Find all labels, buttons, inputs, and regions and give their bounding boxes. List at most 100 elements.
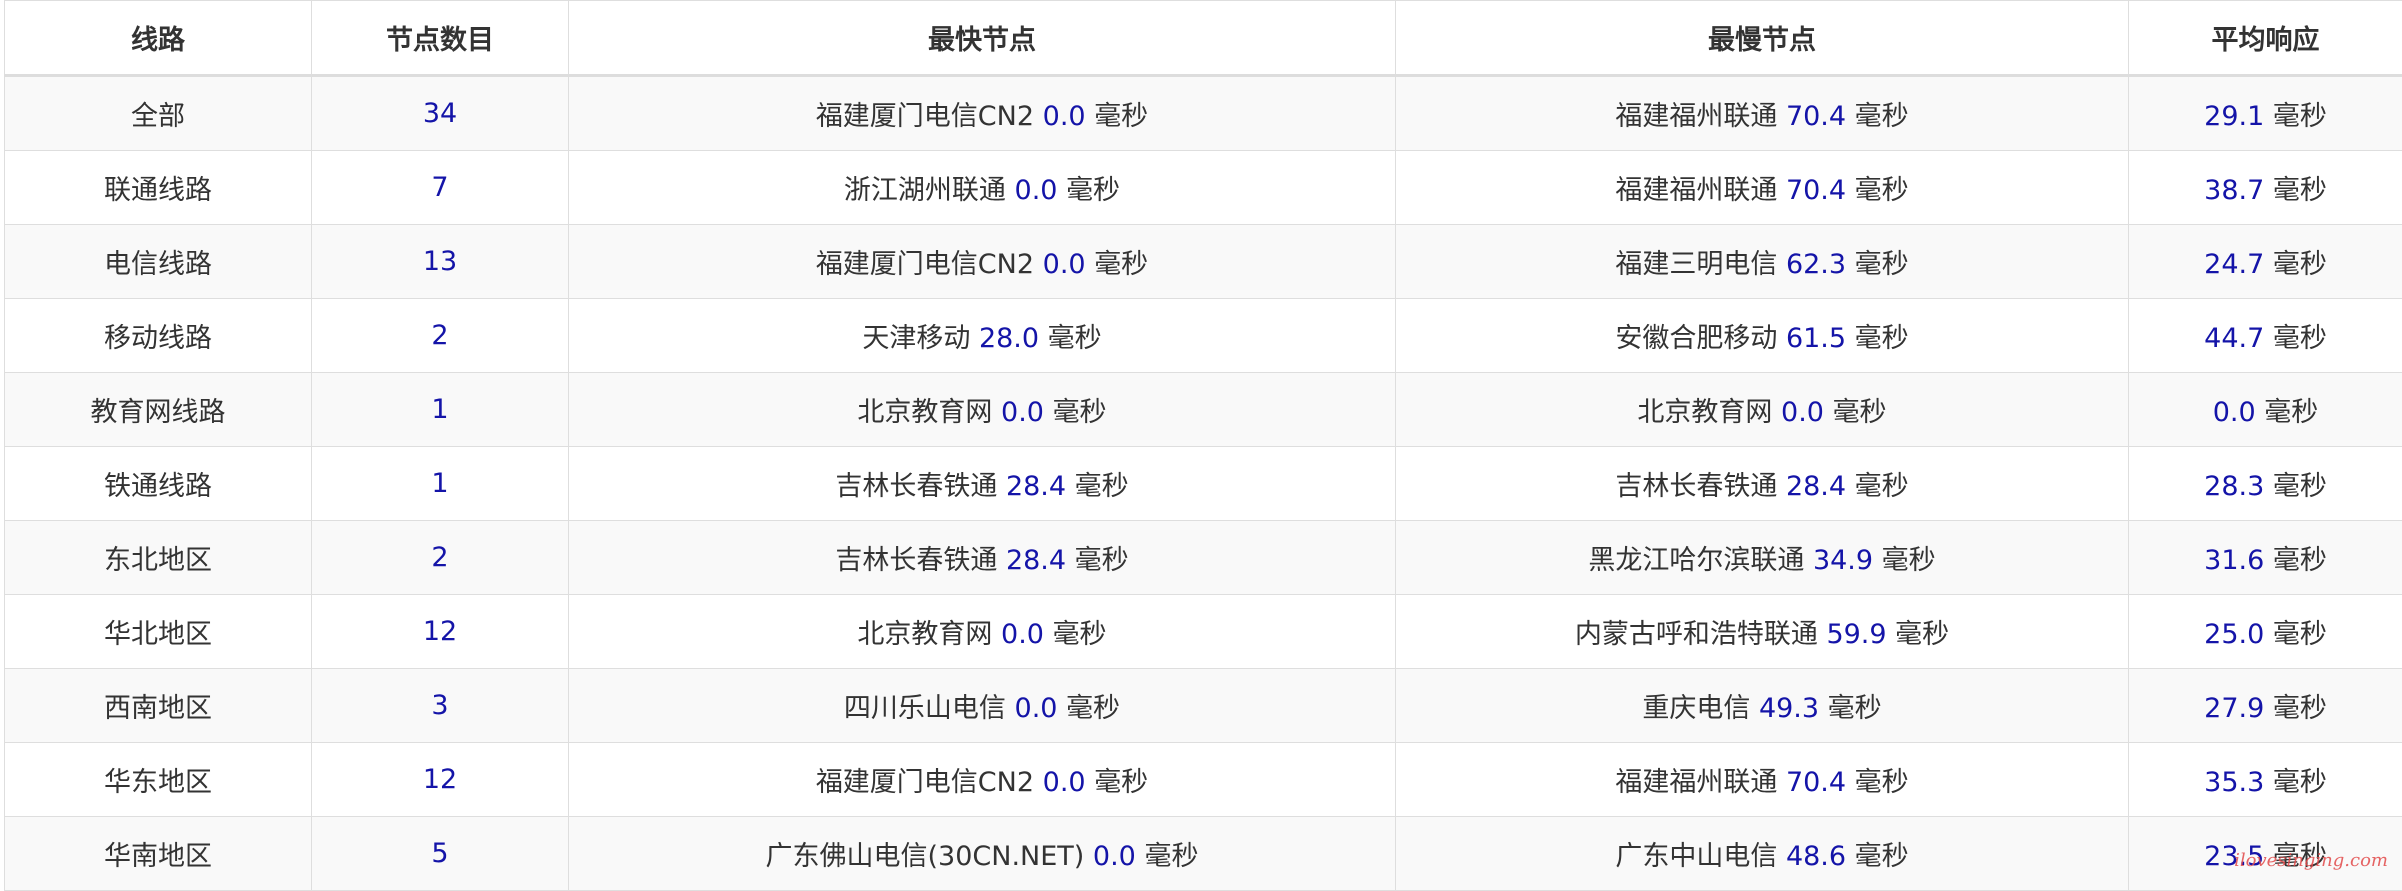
average-latency: 35.3 — [2204, 767, 2264, 798]
fastest-node-latency: 0.0 — [1001, 397, 1044, 428]
table-row: 华东地区12福建厦门电信CN2 0.0 毫秒福建福州联通 70.4 毫秒35.3… — [5, 743, 2402, 817]
fastest-node-unit: 毫秒 — [1094, 101, 1148, 132]
route-label: 教育网线路 — [91, 397, 226, 428]
fastest-node-unit: 毫秒 — [1053, 619, 1107, 650]
node-count-value: 1 — [431, 468, 448, 499]
average-unit: 毫秒 — [2273, 767, 2327, 798]
fastest-node-latency: 0.0 — [1015, 175, 1058, 206]
average-latency: 28.3 — [2204, 471, 2264, 502]
table-row: 东北地区2吉林长春铁通 28.4 毫秒黑龙江哈尔滨联通 34.9 毫秒31.6 … — [5, 521, 2402, 595]
slowest-node-unit: 毫秒 — [1855, 101, 1909, 132]
slowest-node-name: 内蒙古呼和浩特联通 — [1575, 619, 1818, 650]
cell-slowest-node: 福建福州联通 70.4 毫秒 — [1396, 743, 2129, 817]
cell-node-count: 1 — [312, 373, 569, 447]
cell-route: 华南地区 — [5, 817, 312, 891]
fastest-node-unit: 毫秒 — [1075, 471, 1129, 502]
slowest-node-latency: 0.0 — [1781, 397, 1824, 428]
cell-node-count: 1 — [312, 447, 569, 521]
fastest-node-name: 广东佛山电信(30CN.NET) — [766, 841, 1085, 872]
fastest-node-name: 四川乐山电信 — [844, 693, 1006, 724]
slowest-node-latency: 49.3 — [1759, 693, 1819, 724]
cell-slowest-node: 黑龙江哈尔滨联通 34.9 毫秒 — [1396, 521, 2129, 595]
cell-fastest-node: 福建厦门电信CN2 0.0 毫秒 — [569, 225, 1396, 299]
cell-slowest-node: 安徽合肥移动 61.5 毫秒 — [1396, 299, 2129, 373]
slowest-node-unit: 毫秒 — [1855, 471, 1909, 502]
slowest-node-unit: 毫秒 — [1855, 841, 1909, 872]
cell-average-response: 31.6 毫秒 — [2129, 521, 2402, 595]
average-unit: 毫秒 — [2273, 619, 2327, 650]
cell-route: 联通线路 — [5, 151, 312, 225]
fastest-node-unit: 毫秒 — [1094, 767, 1148, 798]
cell-fastest-node: 福建厦门电信CN2 0.0 毫秒 — [569, 76, 1396, 151]
table-row: 电信线路13福建厦门电信CN2 0.0 毫秒福建三明电信 62.3 毫秒24.7… — [5, 225, 2402, 299]
average-unit: 毫秒 — [2273, 471, 2327, 502]
average-unit: 毫秒 — [2273, 545, 2327, 576]
header-fastest-node: 最快节点 — [569, 1, 1396, 76]
fastest-node-latency: 28.4 — [1006, 471, 1066, 502]
watermark: ilovesinging.com — [2234, 850, 2388, 871]
average-unit: 毫秒 — [2273, 323, 2327, 354]
slowest-node-name: 福建福州联通 — [1615, 175, 1777, 206]
fastest-node-name: 北京教育网 — [857, 619, 992, 650]
cell-node-count: 12 — [312, 743, 569, 817]
table-row: 华南地区5广东佛山电信(30CN.NET) 0.0 毫秒广东中山电信 48.6 … — [5, 817, 2402, 891]
slowest-node-name: 重庆电信 — [1642, 693, 1750, 724]
node-count-value: 3 — [431, 690, 448, 721]
cell-slowest-node: 内蒙古呼和浩特联通 59.9 毫秒 — [1396, 595, 2129, 669]
slowest-node-latency: 61.5 — [1786, 323, 1846, 354]
speed-table-container: 线路 节点数目 最快节点 最慢节点 平均响应 全部34福建厦门电信CN2 0.0… — [4, 0, 2402, 891]
route-label: 联通线路 — [104, 175, 212, 206]
cell-route: 东北地区 — [5, 521, 312, 595]
cell-fastest-node: 吉林长春铁通 28.4 毫秒 — [569, 447, 1396, 521]
fastest-node-unit: 毫秒 — [1066, 693, 1120, 724]
fastest-node-name: 福建厦门电信CN2 — [816, 249, 1034, 280]
slowest-node-unit: 毫秒 — [1828, 693, 1882, 724]
cell-average-response: 35.3 毫秒 — [2129, 743, 2402, 817]
header-node-count: 节点数目 — [312, 1, 569, 76]
average-latency: 25.0 — [2204, 619, 2264, 650]
slowest-node-unit: 毫秒 — [1833, 397, 1887, 428]
fastest-node-unit: 毫秒 — [1094, 249, 1148, 280]
table-row: 移动线路2天津移动 28.0 毫秒安徽合肥移动 61.5 毫秒44.7 毫秒 — [5, 299, 2402, 373]
slowest-node-name: 福建福州联通 — [1615, 101, 1777, 132]
fastest-node-unit: 毫秒 — [1075, 545, 1129, 576]
fastest-node-latency: 28.0 — [979, 323, 1039, 354]
cell-node-count: 2 — [312, 521, 569, 595]
cell-slowest-node: 广东中山电信 48.6 毫秒 — [1396, 817, 2129, 891]
route-label: 华东地区 — [104, 767, 212, 798]
route-label: 华南地区 — [104, 841, 212, 872]
slowest-node-name: 福建福州联通 — [1615, 767, 1777, 798]
cell-node-count: 13 — [312, 225, 569, 299]
cell-fastest-node: 北京教育网 0.0 毫秒 — [569, 595, 1396, 669]
node-count-value: 2 — [431, 320, 448, 351]
cell-route: 电信线路 — [5, 225, 312, 299]
cell-node-count: 34 — [312, 76, 569, 151]
node-count-value: 1 — [431, 394, 448, 425]
cell-route: 移动线路 — [5, 299, 312, 373]
cell-average-response: 28.3 毫秒 — [2129, 447, 2402, 521]
node-count-value: 7 — [431, 172, 448, 203]
node-count-value: 12 — [423, 616, 457, 647]
fastest-node-name: 福建厦门电信CN2 — [816, 767, 1034, 798]
cell-average-response: 27.9 毫秒 — [2129, 669, 2402, 743]
route-label: 移动线路 — [104, 323, 212, 354]
fastest-node-name: 福建厦门电信CN2 — [816, 101, 1034, 132]
fastest-node-latency: 0.0 — [1001, 619, 1044, 650]
fastest-node-unit: 毫秒 — [1066, 175, 1120, 206]
cell-average-response: 0.0 毫秒 — [2129, 373, 2402, 447]
cell-route: 教育网线路 — [5, 373, 312, 447]
slowest-node-name: 广东中山电信 — [1615, 841, 1777, 872]
node-count-value: 2 — [431, 542, 448, 573]
fastest-node-latency: 0.0 — [1043, 767, 1086, 798]
average-latency: 31.6 — [2204, 545, 2264, 576]
average-unit: 毫秒 — [2273, 101, 2327, 132]
fastest-node-latency: 0.0 — [1043, 101, 1086, 132]
slowest-node-name: 吉林长春铁通 — [1615, 471, 1777, 502]
slowest-node-latency: 70.4 — [1786, 767, 1846, 798]
node-count-value: 5 — [431, 838, 448, 869]
fastest-node-name: 浙江湖州联通 — [844, 175, 1006, 206]
slowest-node-unit: 毫秒 — [1855, 249, 1909, 280]
slowest-node-latency: 28.4 — [1786, 471, 1846, 502]
cell-slowest-node: 重庆电信 49.3 毫秒 — [1396, 669, 2129, 743]
average-unit: 毫秒 — [2273, 175, 2327, 206]
